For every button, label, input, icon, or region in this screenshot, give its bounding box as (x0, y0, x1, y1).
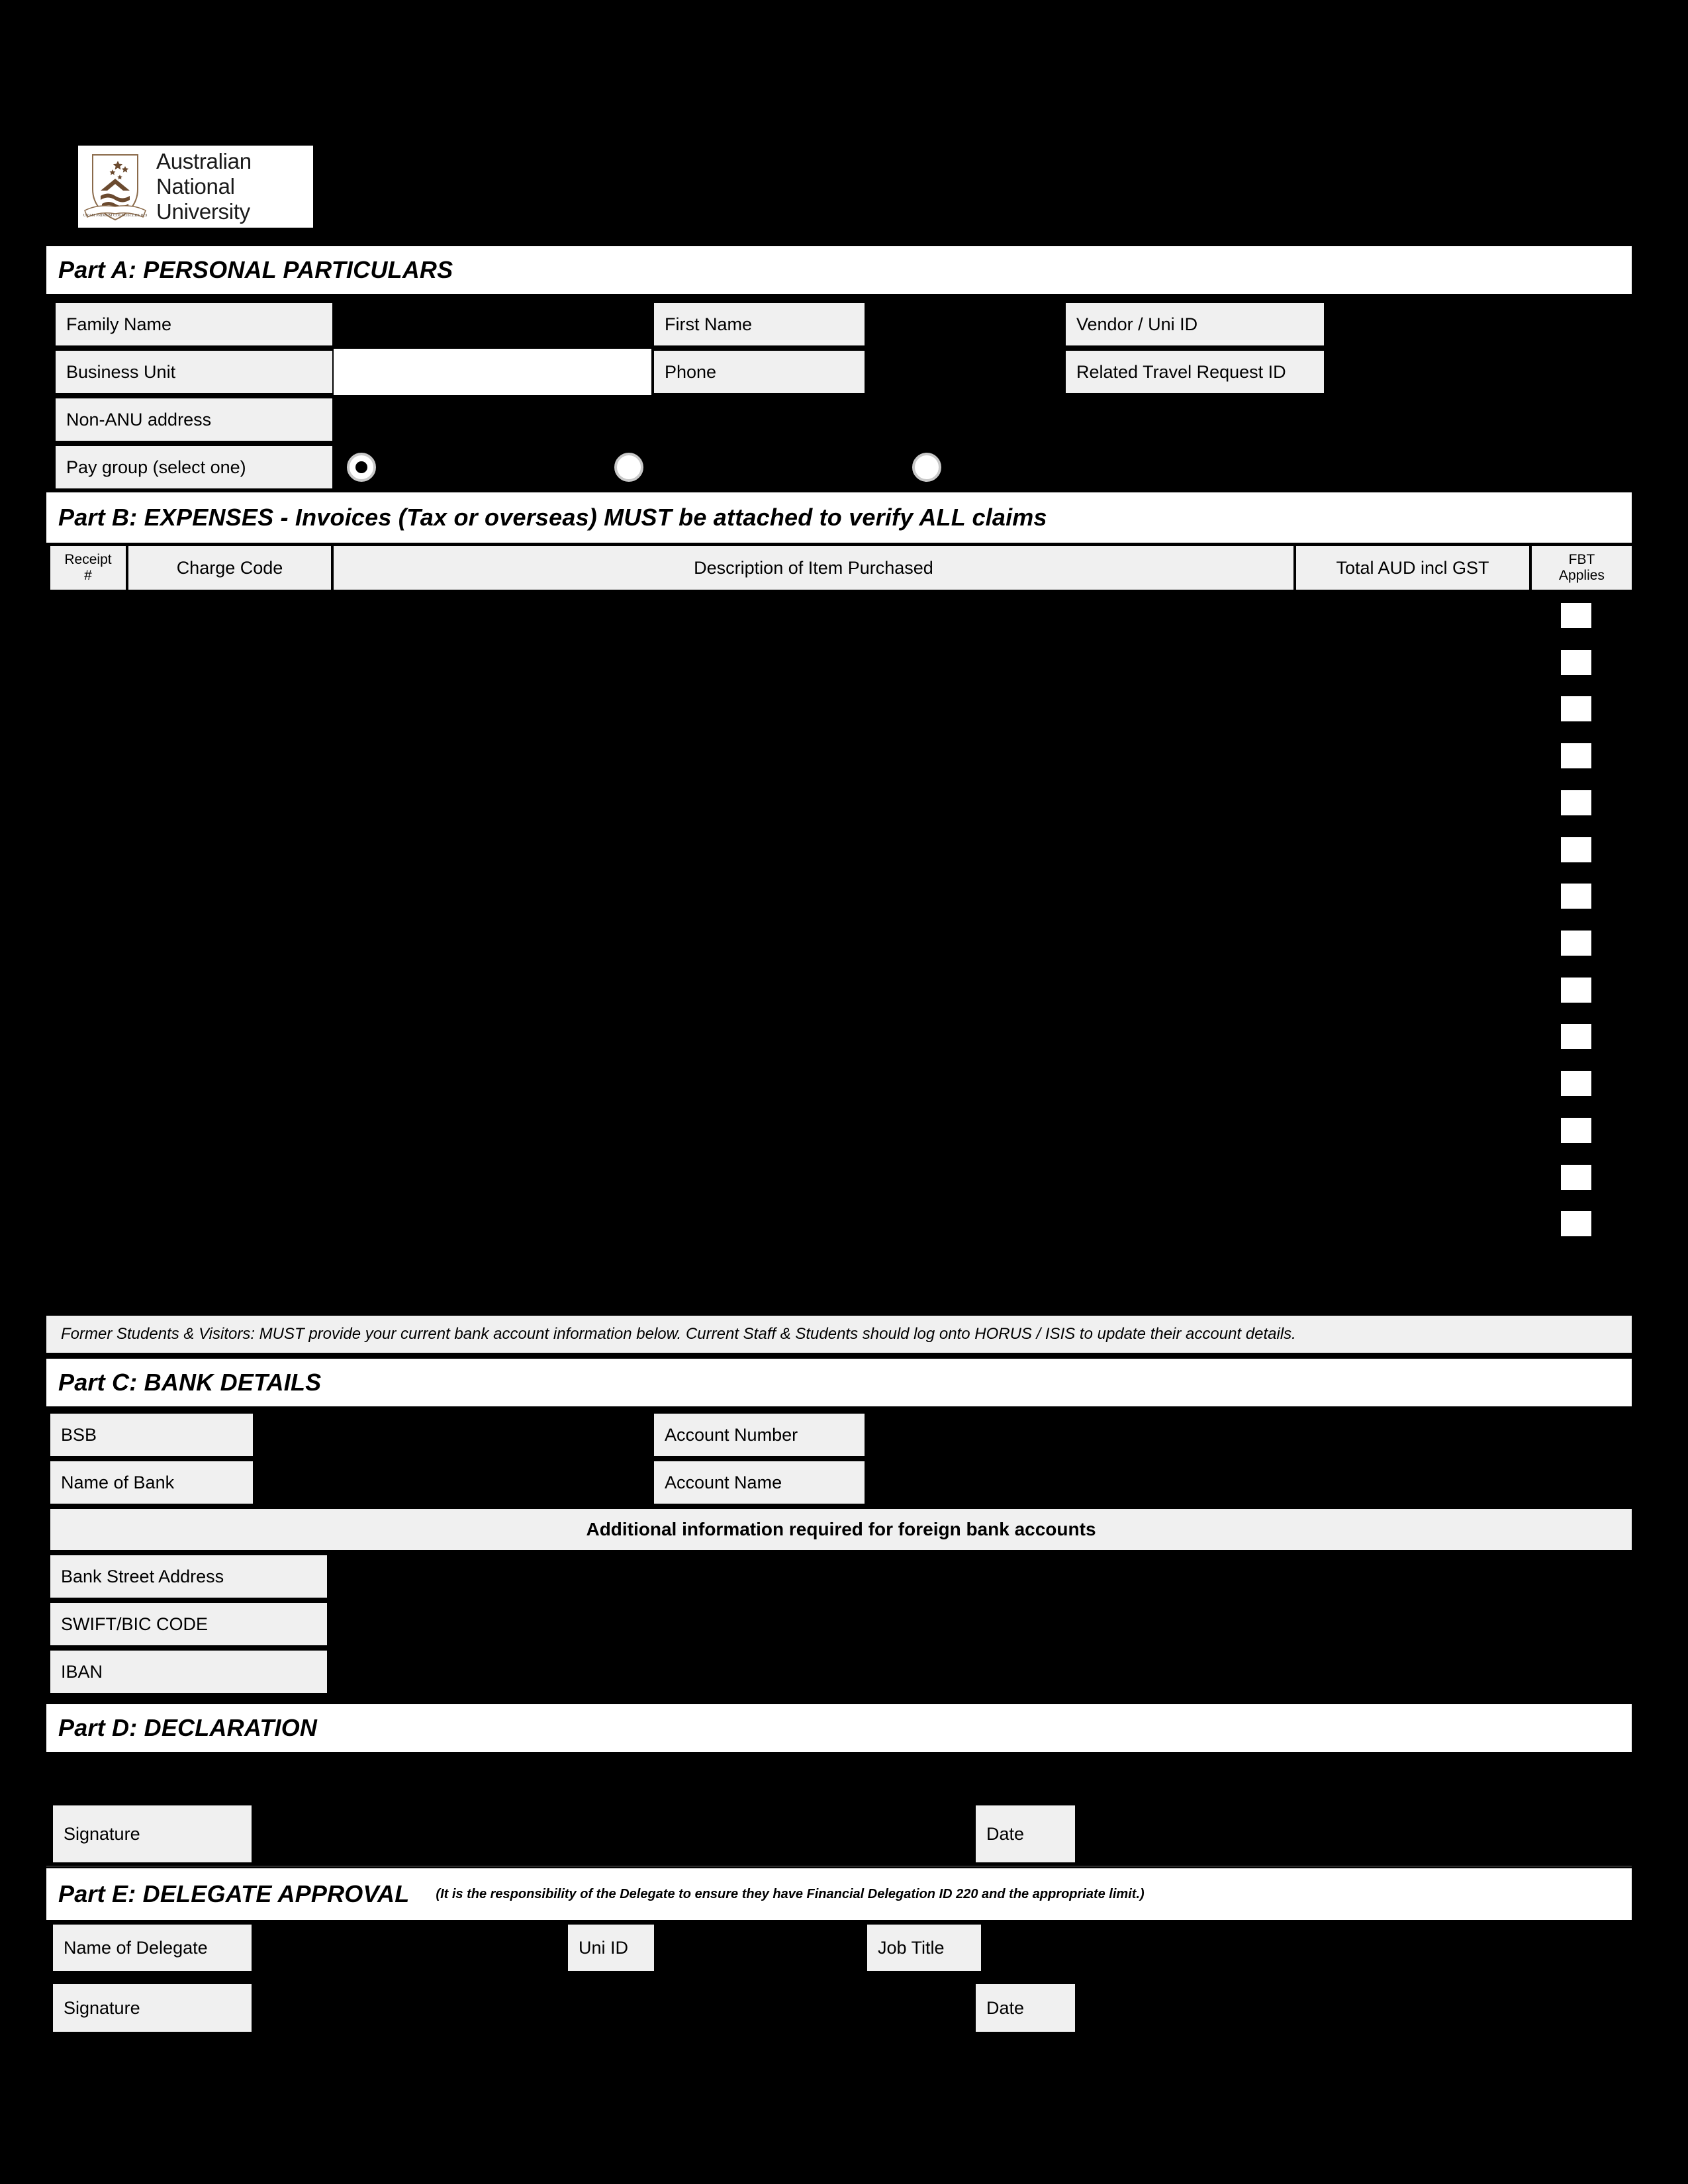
fbt-checkbox[interactable] (1559, 1069, 1593, 1098)
delegate-uni-id-label: Uni ID (568, 1923, 654, 1973)
phone-input[interactable] (866, 349, 1064, 395)
delegate-date-label: Date (976, 1982, 1075, 2034)
related-travel-request-label: Related Travel Request ID (1066, 349, 1324, 395)
fbt-checkbox[interactable] (1559, 929, 1593, 958)
declaration-signature-input[interactable] (252, 1803, 976, 1864)
bank-street-address-label: Bank Street Address (50, 1553, 327, 1600)
bsb-label: BSB (50, 1412, 253, 1458)
first-name-label: First Name (654, 301, 865, 347)
pay-group-radio-1-dot (355, 461, 367, 473)
fbt-checkbox[interactable] (1559, 1209, 1593, 1238)
delegate-signature-input[interactable] (252, 1982, 976, 2034)
foreign-bank-banner: Additional information required for fore… (50, 1507, 1632, 1552)
iban-label: IBAN (50, 1649, 327, 1695)
fbt-checkbox[interactable] (1559, 976, 1593, 1005)
name-of-delegate-label: Name of Delegate (53, 1923, 252, 1973)
crest-motto-text: NATURAM PRIMUM COGNOSCERE RERUM (83, 214, 147, 218)
part-c-header: Part C: BANK DETAILS (46, 1359, 1632, 1406)
delegate-uni-id-input[interactable] (654, 1923, 867, 1973)
account-number-label: Account Number (654, 1412, 865, 1458)
family-name-label: Family Name (56, 301, 332, 347)
part-e-header: Part E: DELEGATE APPROVAL (It is the res… (46, 1868, 1632, 1920)
wordmark-line-3: University (156, 199, 250, 224)
anu-wordmark: Australian National University (156, 149, 252, 224)
part-a-title: Part A: PERSONAL PARTICULARS (58, 256, 453, 283)
wordmark-line-2: National (156, 174, 235, 199)
fbt-checkbox[interactable] (1559, 835, 1593, 864)
column-header-fbt-line2: Applies (1559, 568, 1605, 583)
part-c-title: Part C: BANK DETAILS (58, 1369, 322, 1396)
declaration-date-label: Date (976, 1803, 1075, 1864)
delegate-job-title-label: Job Title (867, 1923, 981, 1973)
column-header-charge-code: Charge Code (128, 544, 331, 592)
delegate-date-input[interactable] (1075, 1982, 1632, 2034)
part-d-title: Part D: DECLARATION (58, 1714, 318, 1741)
fbt-checkbox[interactable] (1559, 788, 1593, 817)
phone-label: Phone (654, 349, 865, 395)
declaration-date-input[interactable] (1075, 1803, 1632, 1864)
account-name-input[interactable] (866, 1459, 1632, 1506)
name-of-bank-label: Name of Bank (50, 1459, 253, 1506)
fbt-checkbox-column (1559, 601, 1605, 1256)
name-of-delegate-input[interactable] (252, 1923, 568, 1973)
column-header-fbt-line1: FBT (1568, 552, 1595, 567)
column-header-receipt: Receipt # (50, 544, 126, 592)
account-number-input[interactable] (866, 1412, 1632, 1458)
fbt-checkbox[interactable] (1559, 601, 1593, 630)
part-b-header: Part B: EXPENSES - Invoices (Tax or over… (46, 492, 1632, 543)
fbt-checkbox[interactable] (1559, 648, 1593, 677)
expense-rows-area (50, 592, 1632, 1253)
fbt-checkbox[interactable] (1559, 1116, 1593, 1145)
part-a-header: Part A: PERSONAL PARTICULARS (46, 246, 1632, 294)
part-e-note: (It is the responsibility of the Delegat… (436, 1886, 1145, 1901)
pay-group-radio-3[interactable] (912, 453, 941, 482)
bank-street-address-input[interactable] (328, 1553, 1632, 1600)
account-name-label: Account Name (654, 1459, 865, 1506)
first-name-input[interactable] (866, 301, 1064, 347)
column-header-fbt: FBT Applies (1532, 544, 1632, 592)
business-unit-label: Business Unit (56, 349, 332, 395)
bsb-input[interactable] (253, 1412, 654, 1458)
fbt-checkbox[interactable] (1559, 1022, 1593, 1051)
fbt-checkbox[interactable] (1559, 694, 1593, 723)
iban-input[interactable] (328, 1649, 1632, 1695)
column-header-description: Description of Item Purchased (334, 544, 1293, 592)
fbt-checkbox[interactable] (1559, 1163, 1593, 1192)
anu-crest-icon: NATURAM PRIMUM COGNOSCERE RERUM (83, 154, 147, 221)
column-header-receipt-line1: Receipt (64, 552, 112, 567)
delegate-signature-label: Signature (53, 1982, 252, 2034)
declaration-signature-label: Signature (53, 1803, 252, 1864)
fbt-checkbox[interactable] (1559, 741, 1593, 770)
business-unit-input[interactable] (334, 349, 651, 395)
part-e-title: Part E: DELEGATE APPROVAL (58, 1880, 410, 1907)
swift-bic-input[interactable] (328, 1601, 1632, 1647)
related-travel-request-input[interactable] (1325, 349, 1632, 395)
wordmark-line-1: Australian (156, 149, 252, 173)
name-of-bank-input[interactable] (253, 1459, 654, 1506)
bank-details-note: Former Students & Visitors: MUST provide… (46, 1314, 1632, 1355)
column-header-total: Total AUD incl GST (1296, 544, 1529, 592)
swift-bic-label: SWIFT/BIC CODE (50, 1601, 327, 1647)
non-anu-address-label: Non-ANU address (56, 396, 332, 443)
pay-group-radio-2[interactable] (614, 453, 643, 482)
family-name-input[interactable] (334, 301, 651, 347)
anu-logo: NATURAM PRIMUM COGNOSCERE RERUM Australi… (78, 146, 313, 228)
vendor-uni-id-input[interactable] (1325, 301, 1632, 347)
pay-group-options-area (334, 444, 1632, 490)
pay-group-label: Pay group (select one) (56, 444, 332, 490)
delegate-job-title-input[interactable] (981, 1923, 1632, 1973)
pay-group-radio-1[interactable] (347, 453, 376, 482)
part-b-title: Part B: EXPENSES - Invoices (Tax or over… (58, 504, 1047, 531)
declaration-bottom-rule (46, 1866, 1632, 1867)
fbt-checkbox[interactable] (1559, 882, 1593, 911)
vendor-uni-id-label: Vendor / Uni ID (1066, 301, 1324, 347)
part-d-header: Part D: DECLARATION (46, 1704, 1632, 1752)
non-anu-address-input[interactable] (334, 396, 1632, 443)
column-header-receipt-line2: # (84, 568, 92, 583)
